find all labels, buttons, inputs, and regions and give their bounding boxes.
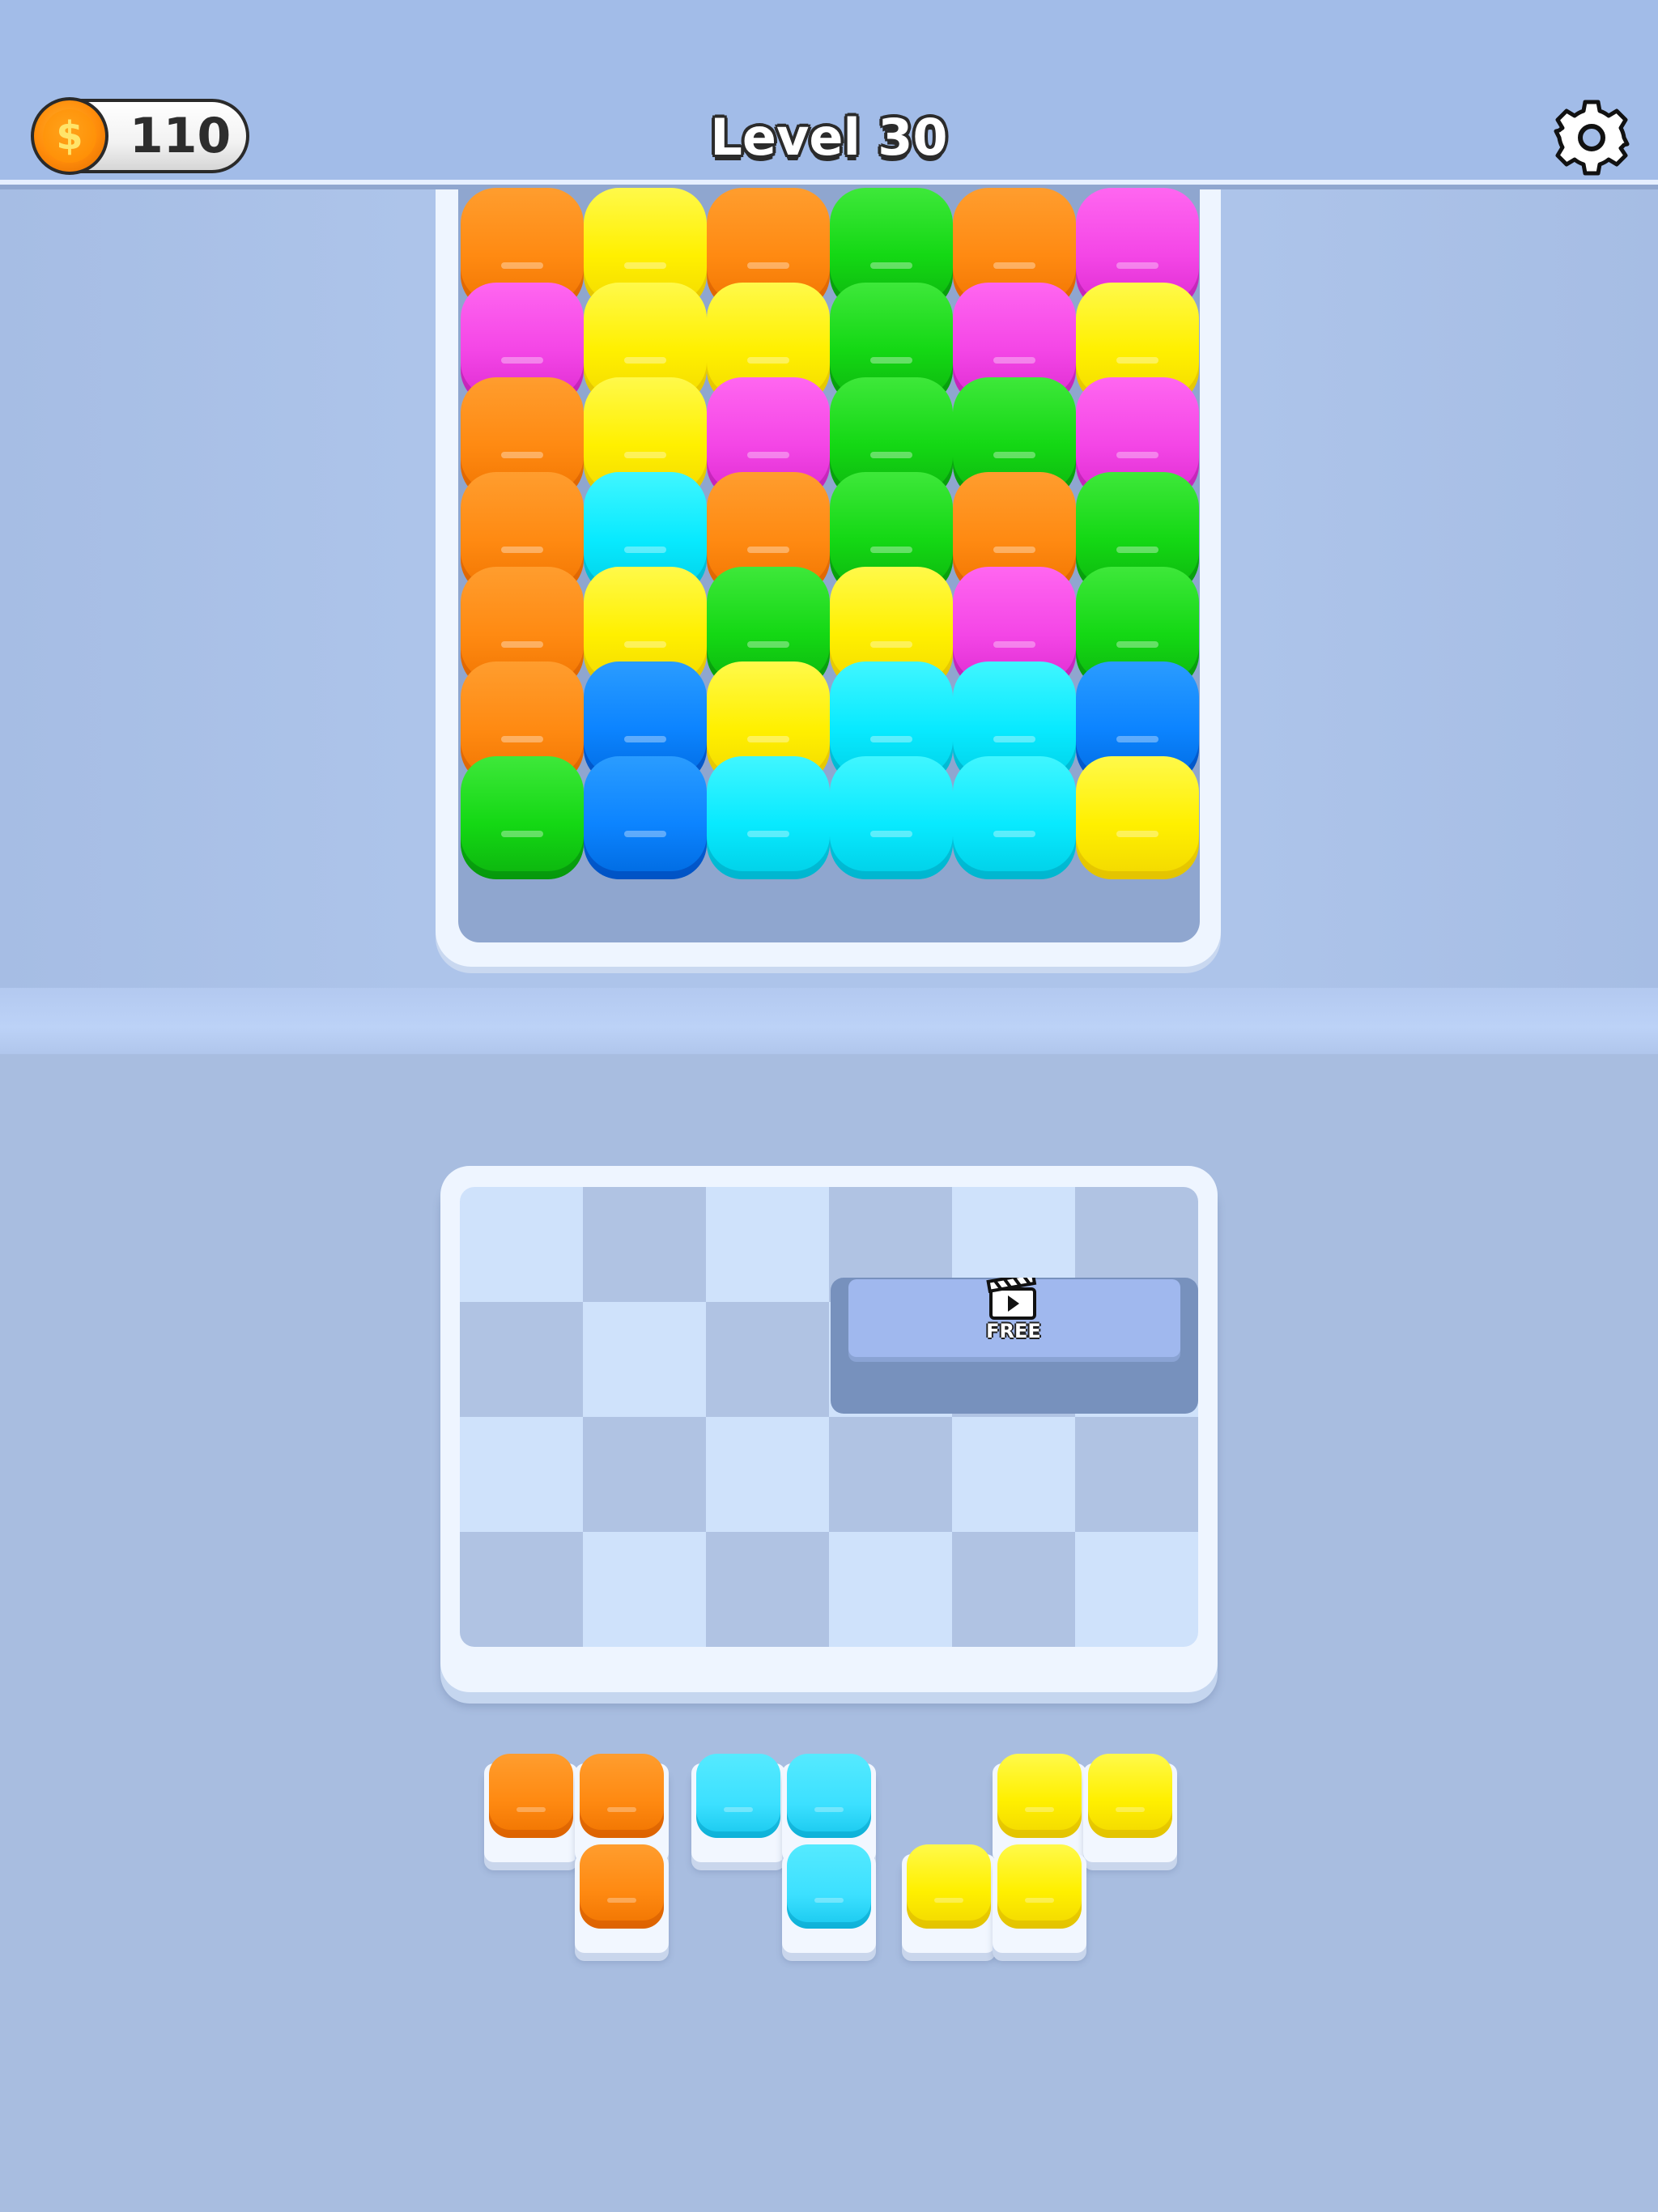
block-cyan [830,756,953,879]
piece-block-cyan[interactable] [787,1754,871,1838]
board-cell[interactable] [583,1417,706,1532]
piece-block-yellow[interactable] [997,1844,1082,1929]
board-cell[interactable] [460,1417,583,1532]
board-cell[interactable] [583,1302,706,1417]
video-ad-icon [984,1271,1041,1320]
board-cell[interactable] [460,1187,583,1302]
board-cell[interactable] [706,1302,829,1417]
piece-block-orange[interactable] [580,1754,664,1838]
board-cell[interactable] [706,1417,829,1532]
block-cyan [953,756,1076,879]
block-green [461,756,584,879]
board-cell[interactable] [706,1187,829,1302]
board-grid [460,1187,1198,1647]
board-cell[interactable] [952,1417,1075,1532]
block-cyan [707,756,830,879]
board-cell[interactable] [460,1532,583,1647]
piece-block-yellow[interactable] [907,1844,991,1929]
board-cell[interactable] [952,1532,1075,1647]
level-title: Level 30 [710,108,948,167]
free-label: FREE [986,1320,1041,1342]
piece-block-cyan[interactable] [787,1844,871,1929]
board-cell[interactable] [706,1532,829,1647]
settings-button[interactable] [1551,97,1632,178]
piece-block-yellow[interactable] [997,1754,1082,1838]
block-yellow [1076,756,1199,879]
board-cell[interactable] [583,1187,706,1302]
block-stack-grid [458,180,1200,942]
board-cell[interactable] [460,1302,583,1417]
divider-band [0,988,1658,1054]
board-cell[interactable] [583,1532,706,1647]
board-cell[interactable] [1075,1417,1198,1532]
board-cell[interactable] [829,1417,952,1532]
piece-block-orange[interactable] [489,1754,573,1838]
piece-block-orange[interactable] [580,1844,664,1929]
piece-block-cyan[interactable] [696,1754,780,1838]
piece-block-yellow[interactable] [1088,1754,1172,1838]
board-cell[interactable] [1075,1532,1198,1647]
block-blue [584,756,707,879]
gear-icon [1554,100,1630,176]
board-cell[interactable] [829,1532,952,1647]
